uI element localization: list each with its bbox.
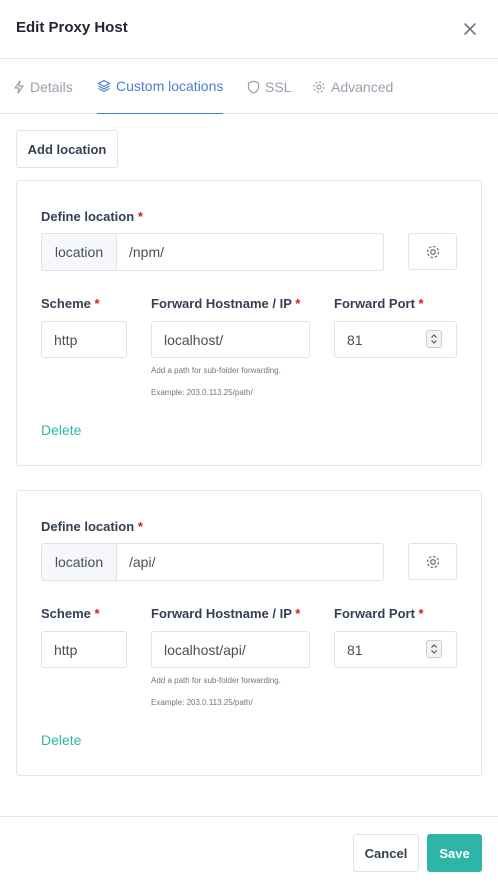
- location-card: Define location * location /npm/ Scheme …: [16, 180, 482, 466]
- delete-location-link[interactable]: Delete: [41, 732, 81, 748]
- tab-custom-locations[interactable]: Custom locations: [97, 59, 224, 114]
- tab-label: Custom locations: [116, 78, 224, 94]
- location-card: Define location * location /api/ Scheme …: [16, 490, 482, 776]
- scheme-label: Scheme *: [41, 606, 100, 621]
- hostname-hint: Add a path for sub-folder forwarding.: [151, 676, 281, 685]
- modal-footer: Cancel Save: [0, 816, 498, 886]
- tab-advanced[interactable]: Advanced: [312, 59, 393, 114]
- forward-hostname-label: Forward Hostname / IP *: [151, 606, 301, 621]
- define-location-label: Define location *: [41, 519, 143, 534]
- tab-bar: Details Custom locations SSL Advanced: [0, 59, 498, 114]
- forward-port-value: 81: [347, 331, 363, 348]
- add-location-button[interactable]: Add location: [16, 130, 118, 168]
- hostname-hint-example: Example: 203.0.113.25/path/: [151, 698, 253, 707]
- location-settings-button[interactable]: [408, 233, 457, 270]
- layers-icon: [97, 79, 111, 93]
- gear-icon: [426, 245, 439, 258]
- hostname-hint: Add a path for sub-folder forwarding.: [151, 366, 281, 375]
- tab-details[interactable]: Details: [13, 59, 73, 114]
- modal-header: Edit Proxy Host: [0, 0, 498, 59]
- scheme-input[interactable]: http: [41, 321, 127, 358]
- location-path-input[interactable]: /api/: [116, 543, 384, 581]
- define-location-label: Define location *: [41, 209, 143, 224]
- port-stepper[interactable]: [426, 640, 442, 658]
- cancel-button[interactable]: Cancel: [353, 834, 419, 872]
- stepper-arrows-icon: [431, 334, 437, 344]
- forward-port-label: Forward Port *: [334, 606, 424, 621]
- forward-hostname-input[interactable]: localhost/: [151, 321, 310, 358]
- location-addon: location: [41, 233, 117, 271]
- location-addon: location: [41, 543, 117, 581]
- forward-hostname-input[interactable]: localhost/api/: [151, 631, 310, 668]
- close-icon[interactable]: [460, 19, 480, 39]
- gear-icon: [313, 80, 325, 93]
- shield-icon: [247, 80, 260, 94]
- forward-port-label: Forward Port *: [334, 296, 424, 311]
- location-settings-button[interactable]: [408, 543, 457, 580]
- scheme-input[interactable]: http: [41, 631, 127, 668]
- forward-hostname-label: Forward Hostname / IP *: [151, 296, 301, 311]
- forward-port-value: 81: [347, 641, 363, 658]
- delete-location-link[interactable]: Delete: [41, 422, 81, 438]
- location-path-input[interactable]: /npm/: [116, 233, 384, 271]
- tab-label: SSL: [265, 78, 292, 95]
- tab-label: Details: [30, 78, 73, 95]
- bolt-icon: [14, 79, 24, 94]
- stepper-arrows-icon: [431, 644, 437, 654]
- modal-title: Edit Proxy Host: [16, 19, 128, 36]
- scheme-label: Scheme *: [41, 296, 100, 311]
- port-stepper[interactable]: [426, 330, 442, 348]
- gear-icon: [426, 555, 439, 568]
- tab-label: Advanced: [331, 78, 394, 95]
- tab-ssl[interactable]: SSL: [247, 59, 291, 114]
- hostname-hint-example: Example: 203.0.113.25/path/: [151, 388, 253, 397]
- save-button[interactable]: Save: [427, 834, 482, 872]
